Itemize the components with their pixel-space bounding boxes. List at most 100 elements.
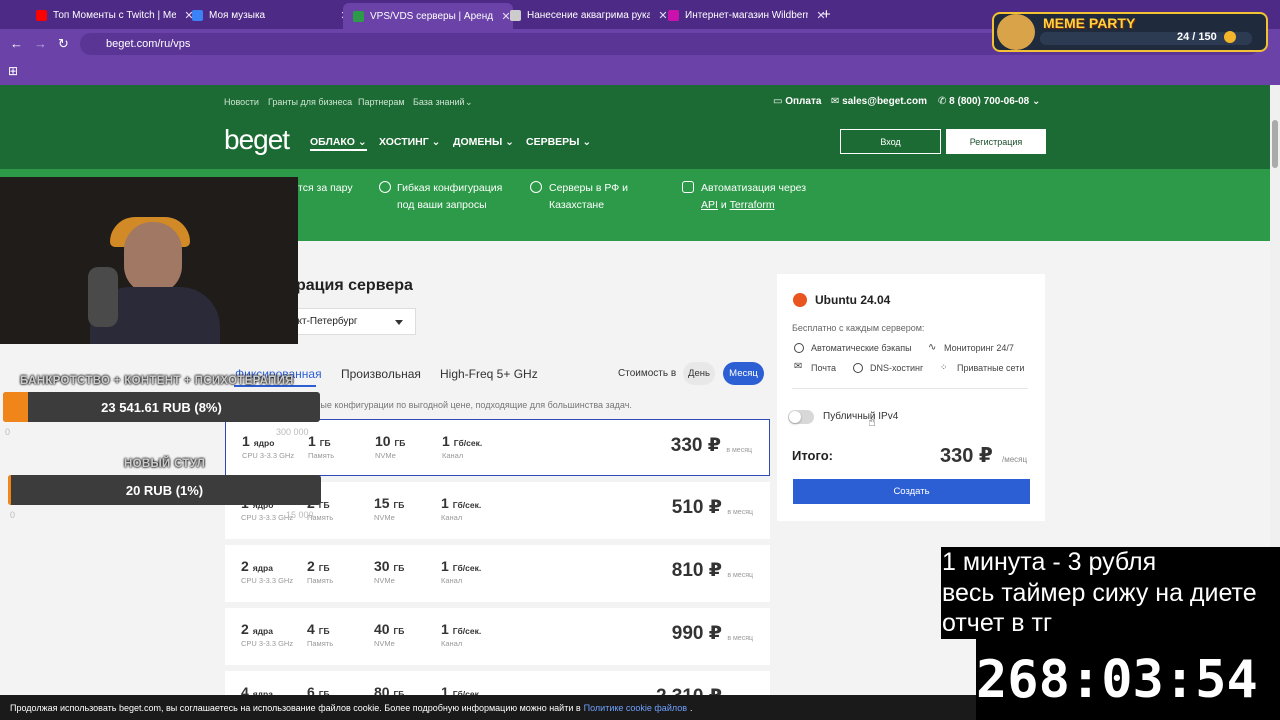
phone-label: 8 (800) 700-06-08 [949, 96, 1030, 107]
plan-price: 990 ₽ [671, 623, 722, 644]
nav-servers[interactable]: СЕРВЕРЫ ⌄ [526, 136, 591, 148]
plan-card[interactable]: 2 ядра CPU 3-3.3 GHz 4 ГБ Память 40 ГБ NVMe 1 … [225, 608, 770, 665]
register-button[interactable]: Регистрация [946, 129, 1046, 154]
plan-disk-sublabel: NVMe [375, 451, 396, 460]
period-month-button[interactable]: Месяц [723, 362, 764, 385]
plan-disk-number: 15 [374, 495, 390, 511]
forward-icon[interactable]: → [34, 36, 47, 51]
plan-ram-number: 1 [308, 433, 316, 449]
browser-tab[interactable]: Интернет-магазин Wildberries✕ [658, 4, 828, 26]
reload-icon[interactable]: ↻ [58, 36, 69, 52]
meme-count: 24 / 150 [1177, 31, 1217, 43]
plan-card[interactable]: 4 ядраCPU 3-3.3 GHz6 ГБПамять80 ГБNVMe1 … [225, 671, 770, 711]
scrollbar-thumb[interactable] [1272, 120, 1278, 168]
beget-logo[interactable]: beget [224, 124, 290, 156]
plan-ram-sublabel: Память [308, 451, 335, 460]
plan-net-number: 1 [441, 495, 449, 511]
goal1-title: БАНКРОТСТВО + КОНТЕНТ + ПСИХОТЕРАПИЯ [20, 375, 294, 387]
plan-disk-number: 10 [375, 433, 391, 449]
service-dns: DNS-хостинг [870, 363, 924, 373]
tab-title: VPS/VDS серверы | Аренда VP [370, 10, 493, 22]
location-select[interactable]: нкт-Петербург [285, 308, 416, 335]
cookie-policy-link[interactable]: Политике cookie файлов [584, 703, 687, 713]
plan-net-value: 1 Гб/сек. [442, 433, 482, 449]
nav-cloud[interactable]: ОБЛАКО ⌄ [310, 136, 367, 151]
plan-net-sublabel: Канал [441, 639, 463, 648]
toplink-news[interactable]: Новости [224, 97, 259, 107]
tab-custom[interactable]: Произвольная [341, 367, 421, 381]
payment-link[interactable]: ▭ Оплата [773, 96, 821, 107]
doge-icon [997, 14, 1035, 50]
phone-link[interactable]: ✆ 8 (800) 700-06-08 ⌄ [938, 96, 1040, 107]
meme-party-title: MEME PARTY [1043, 15, 1136, 31]
feature-automation: Автоматизация через API и Terraform [701, 182, 807, 211]
plan-net-unit: Гб/сек. [452, 626, 482, 636]
chevron-down-icon: ⌄ [465, 97, 473, 107]
goal1-min: 0 [5, 427, 11, 437]
globe-icon [530, 181, 542, 193]
total-period: /месяц [1002, 455, 1028, 464]
service-backups: Автоматические бэкапы [811, 343, 912, 353]
phone-icon: ✆ [938, 96, 950, 107]
plan-net-sublabel: Канал [442, 451, 464, 460]
api-link[interactable]: API [701, 199, 718, 211]
period-day-button[interactable]: День [683, 362, 715, 385]
plan-net-number: 1 [441, 621, 449, 637]
plan-price: 330 ₽ [670, 435, 721, 456]
browser-tab[interactable]: Топ Моменты с Twitch | Меди ✕ [26, 4, 196, 26]
toplink-grants[interactable]: Гранты для бизнеса [268, 97, 352, 107]
plan-ram-number: 4 [307, 621, 315, 637]
plan-cpu-sublabel: CPU 3-3.3 GHz [241, 639, 294, 648]
plan-net-sublabel: Канал [441, 513, 463, 522]
ipv4-toggle[interactable] [788, 410, 814, 424]
divider [792, 388, 1028, 389]
tab-favicon-icon [36, 9, 47, 21]
plan-ram-unit: ГБ [318, 626, 330, 636]
new-tab-button[interactable]: + [822, 6, 831, 23]
apps-grid-icon[interactable]: ⊞ [8, 64, 18, 78]
toplink-knowledge[interactable]: База знаний [413, 97, 465, 107]
nav-hosting[interactable]: ХОСТИНГ ⌄ [379, 136, 440, 148]
plan-disk-unit: ГБ [393, 626, 405, 636]
nav-domains[interactable]: ДОМЕНЫ ⌄ [453, 136, 514, 148]
plan-cpu-unit: ядро [253, 438, 275, 448]
create-button[interactable]: Создать [793, 479, 1030, 504]
service-private-net: Приватные сети [957, 363, 1025, 373]
plan-cpu-number: 1 [242, 433, 250, 449]
plan-disk-value: 10 ГБ [375, 433, 405, 449]
backup-icon [794, 343, 804, 353]
plan-period: в месяц [726, 447, 752, 454]
email-link[interactable]: ✉ sales@beget.com [831, 96, 927, 107]
plan-cpu-number: 2 [241, 558, 249, 574]
plan-disk-unit: ГБ [393, 563, 405, 573]
tab-title: Интернет-магазин Wildberries [685, 9, 808, 21]
plan-ram-value: 4 ГБ [307, 621, 330, 637]
plan-cpu-value: 2 ядра [241, 558, 273, 574]
plan-cpu-number: 2 [241, 621, 249, 637]
plan-disk-value: 15 ГБ [374, 495, 404, 511]
tab-highfreq[interactable]: High-Freq 5+ GHz [440, 367, 538, 381]
login-button[interactable]: Вход [840, 129, 941, 154]
browser-tab[interactable]: VPS/VDS серверы | Аренда VP✕ [343, 3, 513, 29]
goal2-title: НОВЫЙ СТУЛ [124, 458, 206, 470]
plan-price: 810 ₽ [671, 560, 722, 581]
service-mail: Почта [811, 363, 836, 373]
plan-cpu-value: 2 ядра [241, 621, 273, 637]
tab-title: Моя музыка [209, 9, 266, 21]
back-icon[interactable]: ← [10, 36, 23, 51]
os-name[interactable]: Ubuntu 24.04 [815, 293, 890, 307]
site-header [0, 85, 1270, 169]
browser-tab[interactable]: Моя музыка✕ [182, 4, 352, 26]
terraform-link[interactable]: Terraform [730, 199, 775, 211]
plan-price: 510 ₽ [671, 497, 722, 518]
automation-icon [682, 181, 694, 193]
tab-title: Топ Моменты с Twitch | Меди [53, 9, 176, 21]
plan-cpu-unit: ядра [252, 563, 273, 573]
plan-card[interactable]: 2 ядра CPU 3-3.3 GHz 2 ГБ Память 30 ГБ NVMe 1 … [225, 545, 770, 602]
browser-tab[interactable]: Нанесение аквагрима руками✕ [500, 4, 670, 26]
toplink-partners[interactable]: Партнерам [358, 97, 405, 107]
plan-cpu-unit: ядра [252, 626, 273, 636]
goal2-max: 15 000 [286, 510, 314, 520]
goal2-text: 20 RUB (1%) [125, 482, 204, 498]
plan-net-value: 1 Гб/сек. [441, 621, 481, 637]
